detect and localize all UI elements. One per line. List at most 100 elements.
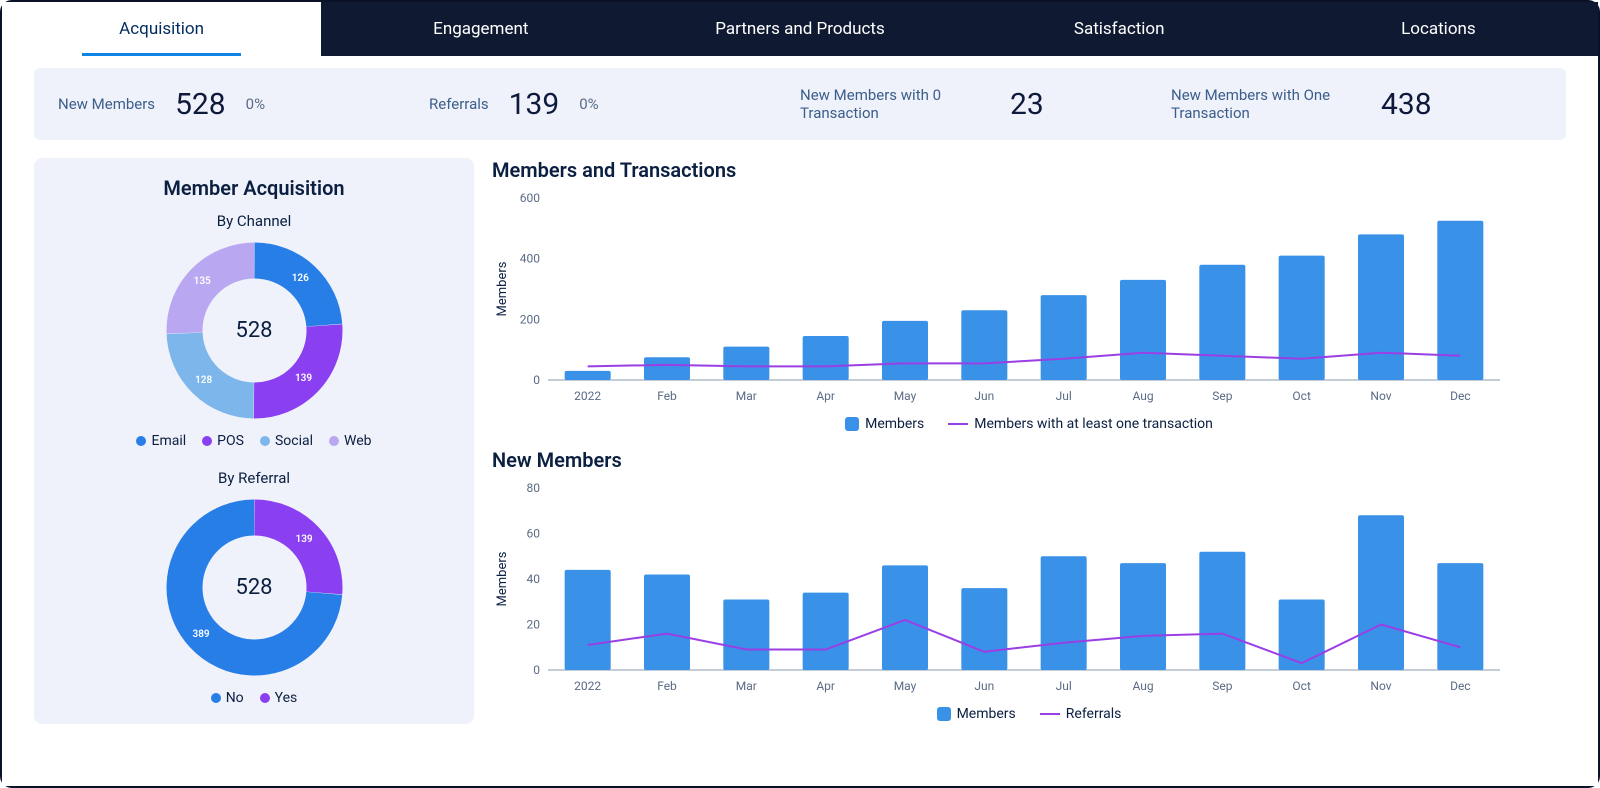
svg-text:600: 600 — [520, 191, 540, 205]
kpi-delta: 0% — [579, 95, 598, 113]
donut-label-email: 126 — [292, 273, 309, 284]
legend-item-pos[interactable]: POS — [202, 433, 244, 449]
svg-text:Dec: Dec — [1450, 679, 1471, 693]
svg-text:Feb: Feb — [657, 389, 677, 403]
legend-item-members2[interactable]: Members — [937, 706, 1016, 722]
tab-acquisition[interactable]: Acquisition — [2, 2, 321, 56]
chart-members-transactions[interactable]: 0 200 400 600 Members 2022 Feb Mar Apr May Jun Jul A… — [492, 188, 1566, 412]
svg-text:Jun: Jun — [974, 679, 994, 693]
donut-channel-center: 528 — [162, 238, 347, 423]
tab-partners[interactable]: Partners and Products — [640, 2, 959, 56]
legend-item-referrals[interactable]: Referrals — [1040, 706, 1122, 722]
tab-label: Acquisition — [119, 19, 204, 39]
svg-text:Oct: Oct — [1292, 389, 1311, 403]
svg-text:200: 200 — [520, 312, 540, 326]
donut-referral-legend: No Yes — [44, 690, 464, 706]
svg-text:Jul: Jul — [1056, 679, 1072, 693]
svg-text:Dec: Dec — [1450, 389, 1471, 403]
svg-text:Oct: Oct — [1292, 679, 1311, 693]
legend-item-social[interactable]: Social — [260, 433, 313, 449]
legend-item-web[interactable]: Web — [329, 433, 372, 449]
donut-channel[interactable]: 528 126 139 128 135 — [162, 238, 347, 423]
chart-title-new-members: New Members — [492, 448, 1566, 472]
member-acquisition-panel: Member Acquisition By Channel 528 126 13… — [34, 158, 474, 724]
chip-icon — [845, 417, 859, 431]
kpi-value: 23 — [1010, 87, 1044, 122]
donut-referral-center: 528 — [162, 495, 347, 680]
svg-text:May: May — [894, 389, 917, 403]
dot-icon — [136, 436, 146, 446]
svg-text:Mar: Mar — [736, 389, 757, 403]
tabs: Acquisition Engagement Partners and Prod… — [2, 2, 1598, 56]
kpi-label: Referrals — [429, 95, 489, 113]
chart-legend-new-members: Members Referrals — [492, 706, 1566, 722]
line-icon — [948, 423, 968, 425]
donut-channel-title: By Channel — [44, 212, 464, 230]
dot-icon — [202, 436, 212, 446]
svg-text:May: May — [894, 679, 917, 693]
kpi-label: New Members with One Transaction — [1171, 86, 1361, 122]
kpi-value: 528 — [175, 87, 226, 122]
svg-text:Mar: Mar — [736, 679, 757, 693]
tab-locations[interactable]: Locations — [1279, 2, 1598, 56]
donut-label-social: 128 — [195, 375, 212, 386]
kpi-new-members: New Members 528 0% — [58, 86, 429, 122]
dot-icon — [260, 436, 270, 446]
tab-label: Locations — [1401, 19, 1476, 39]
donut-referral-title: By Referral — [44, 469, 464, 487]
kpi-zero-tx: New Members with 0 Transaction 23 — [800, 86, 1171, 122]
donut-label-no: 389 — [192, 629, 209, 640]
svg-text:Apr: Apr — [816, 679, 835, 693]
donut-label-pos: 139 — [295, 373, 312, 384]
svg-text:Jun: Jun — [974, 389, 994, 403]
svg-text:Feb: Feb — [657, 679, 677, 693]
svg-text:Aug: Aug — [1132, 679, 1153, 693]
legend-item-yes[interactable]: Yes — [260, 690, 298, 706]
svg-text:400: 400 — [520, 252, 540, 266]
svg-text:0: 0 — [533, 373, 540, 387]
svg-text:20: 20 — [527, 618, 541, 632]
svg-text:Jul: Jul — [1056, 389, 1072, 403]
svg-text:60: 60 — [527, 527, 541, 541]
kpi-bar: New Members 528 0% Referrals 139 0% New … — [34, 68, 1566, 140]
donut-label-yes: 139 — [296, 534, 313, 545]
svg-text:0: 0 — [533, 663, 540, 677]
panel-title: Member Acquisition — [44, 176, 464, 200]
kpi-label: New Members with 0 Transaction — [800, 86, 990, 122]
svg-text:2022: 2022 — [574, 679, 601, 693]
donut-channel-legend: Email POS Social Web — [44, 433, 464, 449]
tab-satisfaction[interactable]: Satisfaction — [960, 2, 1279, 56]
kpi-one-tx: New Members with One Transaction 438 — [1171, 86, 1542, 122]
legend-item-no[interactable]: No — [211, 690, 244, 706]
kpi-label: New Members — [58, 95, 155, 113]
chip-icon — [937, 707, 951, 721]
kpi-value: 139 — [509, 87, 560, 122]
line-icon — [1040, 713, 1060, 715]
svg-text:Sep: Sep — [1212, 389, 1232, 403]
legend-item-email[interactable]: Email — [136, 433, 186, 449]
svg-text:Sep: Sep — [1212, 679, 1232, 693]
chart-new-members[interactable]: 0 20 40 60 80 Members 2022 Feb Mar Apr May Jun Jul Au… — [492, 478, 1566, 702]
svg-text:Members: Members — [495, 551, 510, 606]
svg-text:2022: 2022 — [574, 389, 601, 403]
svg-text:Apr: Apr — [816, 389, 835, 403]
tab-label: Satisfaction — [1074, 19, 1165, 39]
legend-item-members[interactable]: Members — [845, 416, 924, 432]
svg-text:80: 80 — [527, 481, 541, 495]
svg-text:40: 40 — [527, 572, 541, 586]
tab-engagement[interactable]: Engagement — [321, 2, 640, 56]
donut-referral[interactable]: 528 139 389 — [162, 495, 347, 680]
kpi-delta: 0% — [246, 95, 265, 113]
tab-label: Engagement — [433, 19, 528, 39]
svg-text:Nov: Nov — [1370, 679, 1391, 693]
chart-legend-members-tx: Members Members with at least one transa… — [492, 416, 1566, 432]
svg-text:Aug: Aug — [1132, 389, 1153, 403]
tab-label: Partners and Products — [715, 19, 884, 39]
legend-item-members-tx[interactable]: Members with at least one transaction — [948, 416, 1213, 432]
kpi-value: 438 — [1381, 87, 1432, 122]
svg-text:Nov: Nov — [1370, 389, 1391, 403]
dot-icon — [211, 693, 221, 703]
svg-text:Members: Members — [495, 261, 510, 316]
dot-icon — [329, 436, 339, 446]
kpi-referrals: Referrals 139 0% — [429, 86, 800, 122]
